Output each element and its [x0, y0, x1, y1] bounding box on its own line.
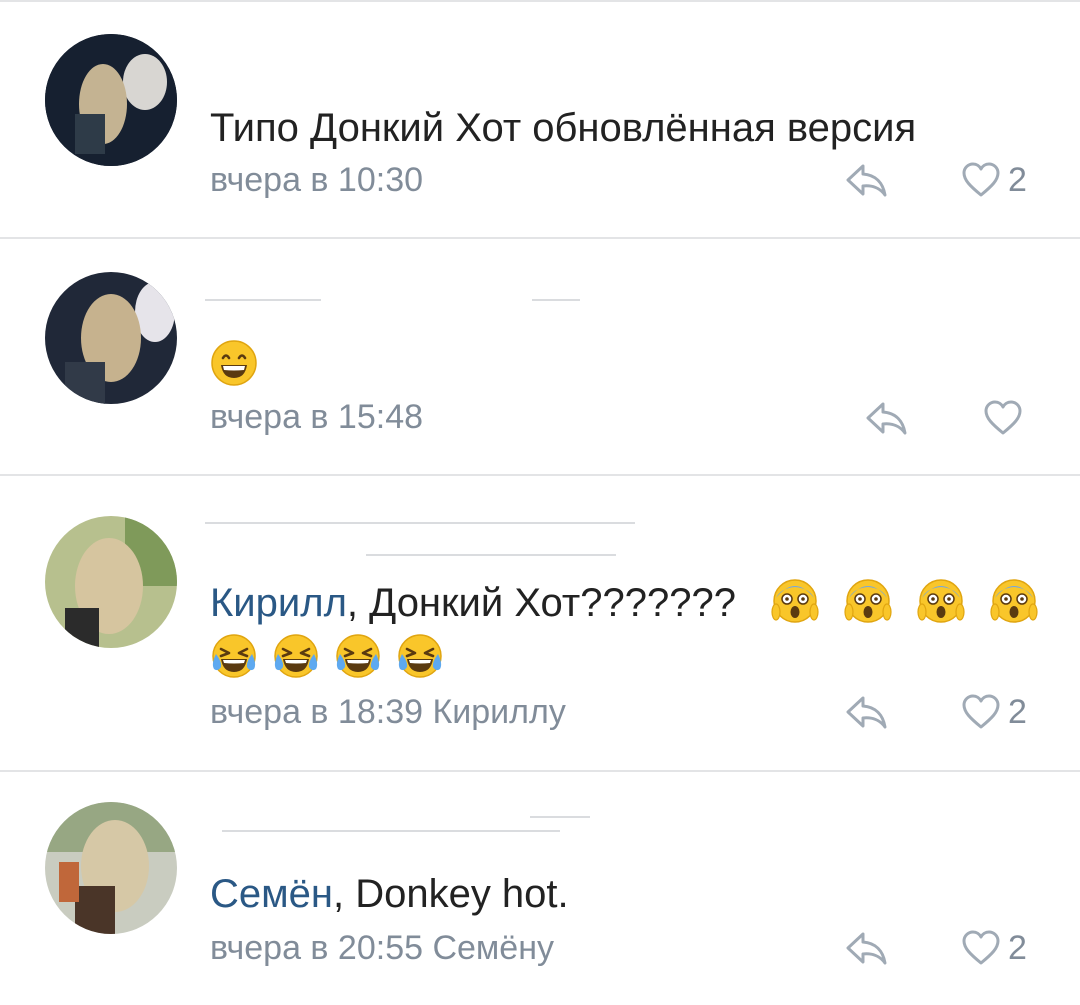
comment-timestamp[interactable]: вчера в 18:39 Кириллу [210, 692, 566, 732]
comment-item: Типо Донкий Хот обновлённая версия вчера… [0, 0, 1080, 238]
like-count: 2 [1008, 929, 1027, 967]
comment-text: Типо Донкий Хот обновлённая версия [210, 106, 917, 150]
comment-text-body: , Донкий Хот??????? [346, 581, 736, 625]
mention-link[interactable]: Кирилл [210, 581, 347, 625]
tears-of-joy-emoji [334, 632, 382, 680]
comment-item: Кирилл, Донкий Хот??????? вчера в 18:39 … [0, 476, 1080, 770]
tears-of-joy-emoji [272, 632, 320, 680]
comment-timestamp[interactable]: вчера в 10:30 [210, 160, 423, 200]
screaming-emoji [917, 576, 965, 624]
comment-text [210, 339, 258, 387]
mention-link[interactable]: Семён [210, 872, 333, 916]
comment-timestamp[interactable]: вчера в 20:55 Семёну [210, 928, 554, 968]
reply-button[interactable] [863, 398, 909, 438]
redacted-author-name [532, 299, 580, 301]
heart-icon [982, 398, 1024, 438]
like-button[interactable] [982, 398, 1030, 438]
tears-of-joy-emoji [396, 632, 444, 680]
avatar[interactable] [45, 516, 177, 648]
like-button[interactable]: 2 [960, 160, 1027, 200]
comment-feed: Типо Донкий Хот обновлённая версия вчера… [0, 0, 1080, 1005]
comment-timestamp[interactable]: вчера в 15:48 [210, 397, 423, 437]
like-count: 2 [1008, 693, 1027, 731]
avatar[interactable] [45, 272, 177, 404]
comment-text-body: , Donkey hot. [332, 872, 569, 916]
redacted-author-name [205, 522, 635, 524]
heart-icon [960, 160, 1002, 200]
redacted-author-name [222, 830, 560, 832]
avatar[interactable] [45, 34, 177, 166]
comment-text: Кирилл, Донкий Хот??????? [210, 576, 1038, 627]
reply-button[interactable] [843, 928, 889, 968]
avatar[interactable] [45, 802, 177, 934]
reply-icon [863, 398, 909, 438]
comment-item: вчера в 15:48 [0, 239, 1080, 475]
comment-text: Семён, Donkey hot. [210, 870, 569, 918]
comment-item: Семён, Donkey hot. вчера в 20:55 Семёну … [0, 772, 1080, 1005]
reply-icon [843, 928, 889, 968]
screaming-emoji [771, 576, 819, 624]
like-button[interactable]: 2 [960, 692, 1027, 732]
screaming-emoji [990, 576, 1038, 624]
reply-button[interactable] [843, 160, 889, 200]
heart-icon [960, 928, 1002, 968]
tears-of-joy-emoji [210, 632, 258, 680]
reply-button[interactable] [843, 692, 889, 732]
reply-icon [843, 692, 889, 732]
heart-icon [960, 692, 1002, 732]
screaming-emoji [844, 576, 892, 624]
redacted-author-name [530, 816, 590, 818]
emoji-line [210, 632, 444, 680]
redacted-author-name [366, 554, 616, 556]
reply-icon [843, 160, 889, 200]
like-count: 2 [1008, 161, 1027, 199]
like-button[interactable]: 2 [960, 928, 1027, 968]
grinning-emoji [210, 339, 258, 387]
redacted-author-name [205, 299, 321, 301]
